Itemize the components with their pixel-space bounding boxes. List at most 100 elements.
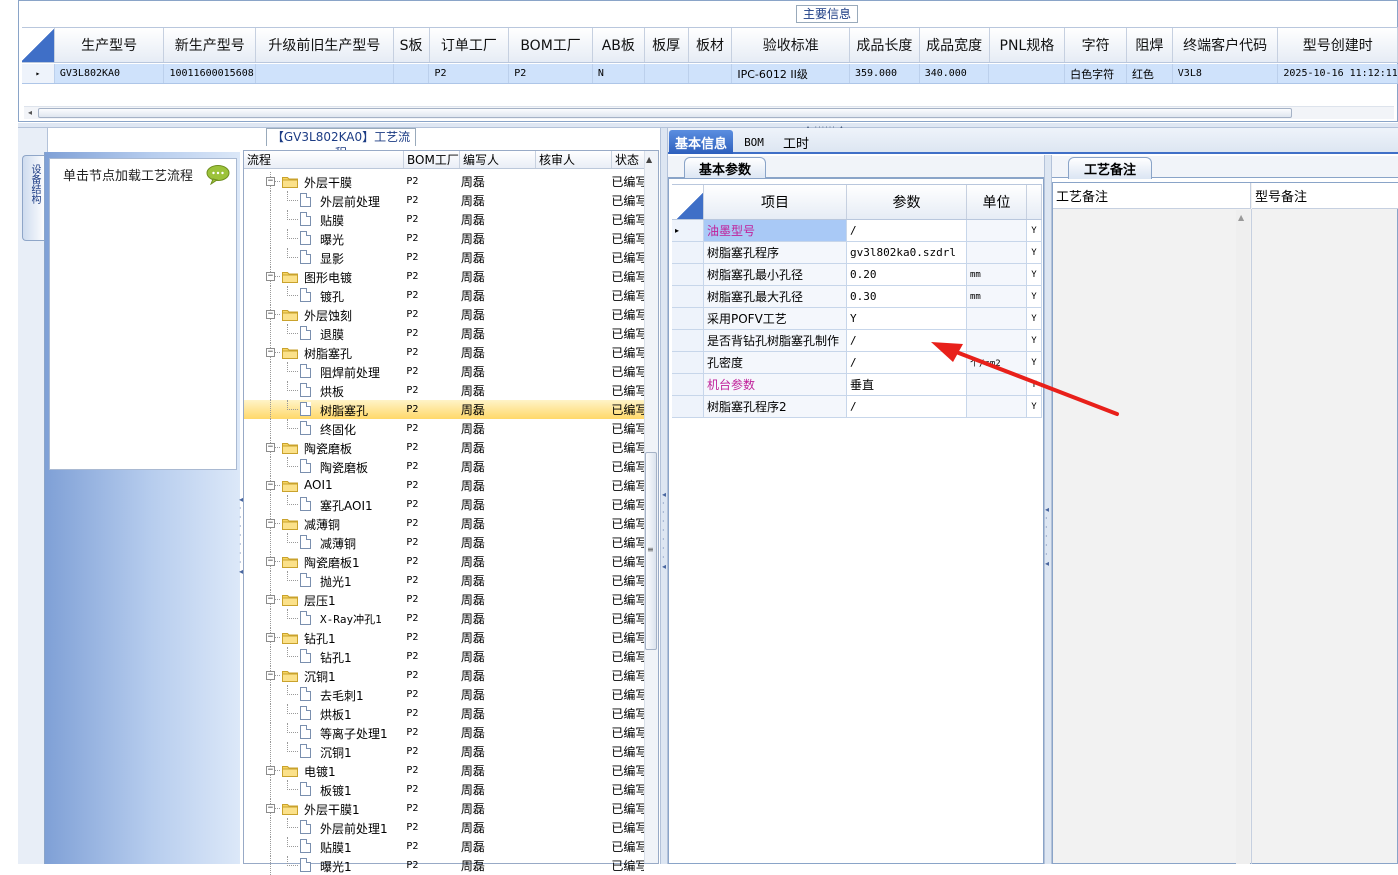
row-header-cell[interactable]	[672, 396, 704, 417]
tree-col-process[interactable]: 流程	[244, 151, 404, 168]
tree-node-group[interactable]: − 图形电镀 P2 周磊 已编写	[244, 267, 644, 286]
param-name-cell[interactable]: 树脂塞孔最小孔径	[704, 264, 847, 285]
row-header-cell[interactable]	[672, 352, 704, 373]
row-header-cell[interactable]	[672, 308, 704, 329]
tree-node-group[interactable]: − 钻孔1 P2 周磊 已编写	[244, 628, 644, 647]
main-grid-col-header[interactable]: 板材	[689, 28, 733, 62]
tree-node-group[interactable]: − 外层蚀刻 P2 周磊 已编写	[244, 305, 644, 324]
main-grid-col-header[interactable]: AB板	[593, 28, 645, 62]
tree-node-step[interactable]: 贴膜 P2 周磊 已编写	[244, 210, 644, 229]
main-grid-col-header[interactable]: 订单工厂	[430, 28, 510, 62]
main-grid-cell[interactable]: V3L8	[1173, 64, 1279, 83]
tree-node-step[interactable]: 烘板1 P2 周磊 已编写	[244, 704, 644, 723]
collapse-toggle-icon[interactable]: −	[266, 766, 275, 775]
param-row[interactable]: ▸ 油墨型号 / Y	[672, 220, 1042, 242]
tree-node-step[interactable]: 塞孔AOI1 P2 周磊 已编写	[244, 495, 644, 514]
main-grid-col-header[interactable]: S板	[394, 28, 430, 62]
tree-col-bom-factory[interactable]: BOM工厂	[404, 151, 460, 168]
param-name-cell[interactable]: 孔密度	[704, 352, 847, 373]
param-row[interactable]: 树脂塞孔最大孔径 0.30 mm Y	[672, 286, 1042, 308]
row-header-cell[interactable]	[672, 330, 704, 351]
param-row[interactable]: 树脂塞孔程序 gv3l802ka0.szdrl Y	[672, 242, 1042, 264]
collapse-toggle-icon[interactable]: −	[266, 177, 275, 186]
tree-col-reviewer[interactable]: 核审人	[536, 151, 612, 168]
collapse-toggle-icon[interactable]: −	[266, 595, 275, 604]
tree-node-step[interactable]: 沉铜1 P2 周磊 已编写	[244, 742, 644, 761]
tree-node-step[interactable]: 去毛刺1 P2 周磊 已编写	[244, 685, 644, 704]
tree-node-group[interactable]: − 电镀1 P2 周磊 已编写	[244, 761, 644, 780]
main-grid-cell[interactable]	[394, 64, 430, 83]
param-value-cell[interactable]: 0.20	[847, 264, 967, 285]
param-row[interactable]: 树脂塞孔最小孔径 0.20 mm Y	[672, 264, 1042, 286]
main-grid-hscroll-thumb[interactable]	[38, 108, 1292, 118]
param-unit-cell[interactable]: mm	[967, 264, 1027, 285]
main-grid-col-header[interactable]: 成品长度	[850, 28, 920, 62]
tree-node-step[interactable]: X-Ray冲孔1 P2 周磊 已编写	[244, 609, 644, 628]
tree-node-step[interactable]: 退膜 P2 周磊 已编写	[244, 324, 644, 343]
tree-col-writer[interactable]: 编写人	[460, 151, 536, 168]
param-value-cell[interactable]: /	[847, 220, 967, 241]
param-unit-cell[interactable]	[967, 242, 1027, 263]
param-name-cell[interactable]: 是否背钻孔树脂塞孔制作	[704, 330, 847, 351]
param-unit-cell[interactable]	[967, 308, 1027, 329]
tree-node-step[interactable]: 贴膜1 P2 周磊 已编写	[244, 837, 644, 856]
main-grid-col-header[interactable]: BOM工厂	[509, 28, 593, 62]
subtab-basic-params[interactable]: 基本参数	[684, 157, 766, 179]
main-grid-corner[interactable]	[22, 28, 55, 62]
collapse-toggle-icon[interactable]: −	[266, 804, 275, 813]
row-indicator-icon[interactable]: ▸	[672, 220, 704, 241]
main-grid-cell[interactable]	[689, 64, 733, 83]
param-name-cell[interactable]: 机台参数	[704, 374, 847, 395]
param-name-cell[interactable]: 油墨型号	[704, 220, 847, 241]
main-grid-col-header[interactable]: 板厚	[645, 28, 689, 62]
main-grid-cell[interactable]: 2025-10-16 11:12:11	[1278, 64, 1398, 83]
param-unit-cell[interactable]	[967, 220, 1027, 241]
collapse-toggle-icon[interactable]: −	[266, 443, 275, 452]
collapse-toggle-icon[interactable]: −	[266, 310, 275, 319]
main-grid-col-header[interactable]: 终端客户代码	[1173, 28, 1279, 62]
main-grid-cell[interactable]: 10011600015608	[164, 64, 257, 83]
tree-node-step[interactable]: 显影 P2 周磊 已编写	[244, 248, 644, 267]
tree-node-group[interactable]: − 陶瓷磨板 P2 周磊 已编写	[244, 438, 644, 457]
main-grid-cell[interactable]: N	[593, 64, 645, 83]
tree-node-group[interactable]: − 沉铜1 P2 周磊 已编写	[244, 666, 644, 685]
main-grid-cell[interactable]: 红色	[1127, 64, 1173, 83]
param-name-cell[interactable]: 树脂塞孔程序	[704, 242, 847, 263]
tree-node-step[interactable]: 阻焊前处理 P2 周磊 已编写	[244, 362, 644, 381]
main-grid-col-header[interactable]: 阻焊	[1127, 28, 1173, 62]
row-header-cell[interactable]	[672, 242, 704, 263]
tab-bom[interactable]: BOM	[736, 130, 772, 154]
param-value-cell[interactable]: Y	[847, 308, 967, 329]
main-grid-col-header[interactable]: 型号创建时	[1278, 28, 1398, 62]
main-grid-cell[interactable]: P2	[509, 64, 593, 83]
tree-node-step[interactable]: 外层前处理 P2 周磊 已编写	[244, 191, 644, 210]
params-col-unit[interactable]: 单位	[967, 185, 1027, 219]
row-header-cell[interactable]	[672, 264, 704, 285]
tree-node-step[interactable]: 树脂塞孔 P2 周磊 已编写	[244, 400, 644, 419]
tab-process-notes[interactable]: 工艺备注	[1068, 157, 1152, 179]
param-value-cell[interactable]: gv3l802ka0.szdrl	[847, 242, 967, 263]
tree-node-group[interactable]: − 树脂塞孔 P2 周磊 已编写	[244, 343, 644, 362]
tab-basic-info[interactable]: 基本信息	[669, 130, 733, 154]
notes-splitter-grip-icon[interactable]: ◂ · · · · · ◂	[1045, 505, 1049, 568]
tree-node-step[interactable]: 终固化 P2 周磊 已编写	[244, 419, 644, 438]
collapse-toggle-icon[interactable]: −	[266, 519, 275, 528]
param-name-cell[interactable]: 树脂塞孔最大孔径	[704, 286, 847, 307]
tree-node-step[interactable]: 曝光 P2 周磊 已编写	[244, 229, 644, 248]
tree-node-group[interactable]: − 外层干膜 P2 周磊 已编写	[244, 172, 644, 191]
main-grid-col-header[interactable]: 成品宽度	[920, 28, 990, 62]
collapse-toggle-icon[interactable]: −	[266, 557, 275, 566]
tree-node-step[interactable]: 减薄铜 P2 周磊 已编写	[244, 533, 644, 552]
tree-node-group[interactable]: − 陶瓷磨板1 P2 周磊 已编写	[244, 552, 644, 571]
tree-node-step[interactable]: 等离子处理1 P2 周磊 已编写	[244, 723, 644, 742]
tree-node-group[interactable]: − 外层干膜1 P2 周磊 已编写	[244, 799, 644, 818]
tab-labor-hours[interactable]: 工时	[776, 130, 816, 154]
collapse-toggle-icon[interactable]: −	[266, 481, 275, 490]
main-grid-cell[interactable]: IPC-6012 II级	[732, 64, 850, 83]
param-name-cell[interactable]: 树脂塞孔程序2	[704, 396, 847, 417]
tree-node-group[interactable]: − 层压1 P2 周磊 已编写	[244, 590, 644, 609]
params-grid-corner[interactable]	[672, 185, 704, 219]
param-name-cell[interactable]: 采用POFV工艺	[704, 308, 847, 329]
tree-node-step[interactable]: 曝光1 P2 周磊 已编写	[244, 856, 644, 875]
main-grid-col-header[interactable]: 新生产型号	[164, 28, 257, 62]
